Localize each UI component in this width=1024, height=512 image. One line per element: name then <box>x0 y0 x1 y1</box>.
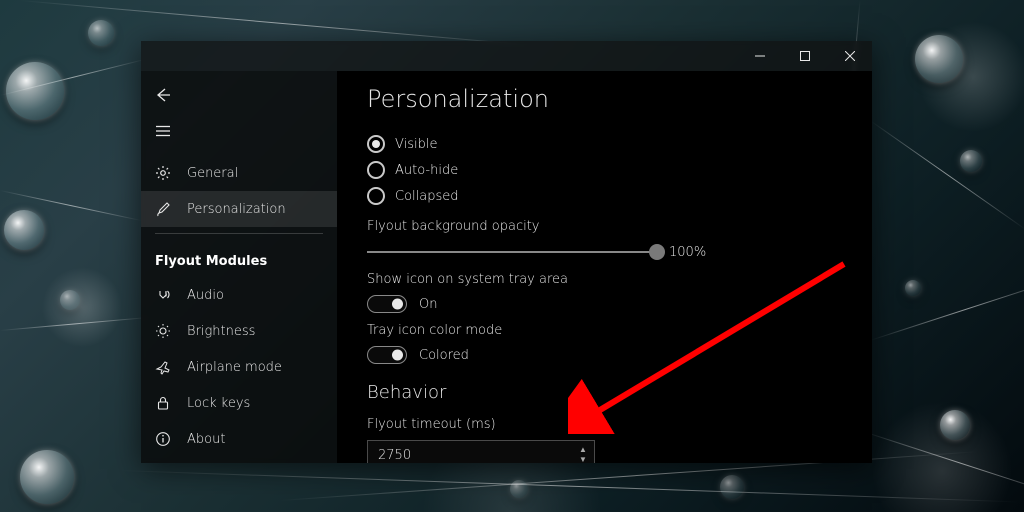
flyout-timeout-spinbox[interactable]: 2750 ▲ ▼ <box>367 440 595 463</box>
content-scroll-region[interactable]: Personalization Visible Auto-hide Collap… <box>337 71 872 463</box>
sidebar-item-about[interactable]: About <box>141 421 337 457</box>
navigation-sidebar: General Personalization Flyout Modules A… <box>141 71 337 463</box>
chevron-up-icon[interactable]: ▲ <box>579 446 587 454</box>
toggle-state-text: On <box>419 297 437 312</box>
slider-fill <box>367 251 657 253</box>
sidebar-item-label: Personalization <box>187 202 286 217</box>
decorative-dewdrop <box>88 20 114 46</box>
decorative-thread <box>0 59 146 96</box>
minimize-button[interactable] <box>737 41 782 71</box>
sidebar-item-label: About <box>187 432 225 447</box>
back-arrow-icon <box>155 87 171 103</box>
tray-color-toggle[interactable] <box>367 346 407 364</box>
desktop-background: General Personalization Flyout Modules A… <box>0 0 1024 512</box>
hamburger-button[interactable] <box>141 113 187 149</box>
sidebar-item-label: Audio <box>187 288 224 303</box>
sidebar-divider <box>155 233 323 234</box>
hamburger-icon <box>155 123 171 139</box>
decorative-thread <box>870 120 1024 230</box>
tray-icon-toggle[interactable] <box>367 295 407 313</box>
titlebar[interactable] <box>141 41 872 71</box>
back-button[interactable] <box>141 77 187 113</box>
decorative-dewdrop <box>20 450 74 504</box>
decorative-dewdrop <box>4 210 44 250</box>
opacity-slider[interactable] <box>367 242 657 262</box>
toggle-state-text: Colored <box>419 348 469 363</box>
decorative-dewdrop <box>905 280 921 296</box>
sidebar-item-audio[interactable]: Audio <box>141 277 337 313</box>
spinbox-value: 2750 <box>368 448 572 463</box>
decorative-dewdrop <box>6 62 64 120</box>
decorative-dewdrop <box>510 480 528 498</box>
tray-color-label: Tray icon color mode <box>367 323 842 338</box>
spinbox-steppers[interactable]: ▲ ▼ <box>572 441 594 463</box>
airplane-icon <box>155 359 171 375</box>
chevron-down-icon[interactable]: ▼ <box>579 456 587 463</box>
radio-auto-hide[interactable]: Auto-hide <box>367 157 842 183</box>
decorative-thread <box>120 470 1019 502</box>
sidebar-item-label: Brightness <box>187 324 255 339</box>
tray-icon-label: Show icon on system tray area <box>367 272 842 287</box>
decorative-thread <box>0 190 142 221</box>
info-icon <box>155 431 171 447</box>
decorative-thread <box>0 317 149 331</box>
opacity-value: 100% <box>669 245 706 260</box>
opacity-label: Flyout background opacity <box>367 219 842 234</box>
behavior-heading: Behavior <box>367 382 842 403</box>
radio-indicator-icon <box>367 161 385 179</box>
sidebar-item-label: Airplane mode <box>187 360 282 375</box>
radio-indicator-icon <box>367 187 385 205</box>
brush-icon <box>155 201 171 217</box>
toggle-knob-icon <box>392 350 403 361</box>
sidebar-item-label: Lock keys <box>187 396 250 411</box>
brightness-icon <box>155 323 171 339</box>
radio-collapsed[interactable]: Collapsed <box>367 183 842 209</box>
maximize-button[interactable] <box>782 41 827 71</box>
decorative-thread <box>860 430 1024 496</box>
sidebar-item-general[interactable]: General <box>141 155 337 191</box>
decorative-dewdrop <box>940 410 970 440</box>
decorative-dewdrop <box>720 475 744 499</box>
sidebar-item-personalization[interactable]: Personalization <box>141 191 337 227</box>
page-title: Personalization <box>367 85 842 113</box>
sidebar-section-title: Flyout Modules <box>141 240 337 277</box>
close-button[interactable] <box>827 41 872 71</box>
slider-thumb-icon[interactable] <box>649 244 665 260</box>
sidebar-item-label: General <box>187 166 238 181</box>
radio-indicator-icon <box>367 135 385 153</box>
sidebar-item-lock-keys[interactable]: Lock keys <box>141 385 337 421</box>
radio-label: Auto-hide <box>395 163 458 178</box>
radio-label: Collapsed <box>395 189 459 204</box>
toggle-knob-icon <box>392 299 403 310</box>
sidebar-item-brightness[interactable]: Brightness <box>141 313 337 349</box>
radio-label: Visible <box>395 137 437 152</box>
decorative-dewdrop <box>960 150 982 172</box>
settings-app-window: General Personalization Flyout Modules A… <box>141 41 872 463</box>
gear-icon <box>155 165 171 181</box>
sidebar-item-airplane-mode[interactable]: Airplane mode <box>141 349 337 385</box>
audio-icon <box>155 287 171 303</box>
lock-icon <box>155 395 171 411</box>
radio-visible[interactable]: Visible <box>367 131 842 157</box>
decorative-dewdrop <box>915 35 963 83</box>
timeout-label: Flyout timeout (ms) <box>367 417 842 432</box>
decorative-dewdrop <box>60 290 80 310</box>
decorative-thread <box>20 0 538 46</box>
decorative-thread <box>870 278 1024 341</box>
content-pane: Personalization Visible Auto-hide Collap… <box>337 71 872 463</box>
